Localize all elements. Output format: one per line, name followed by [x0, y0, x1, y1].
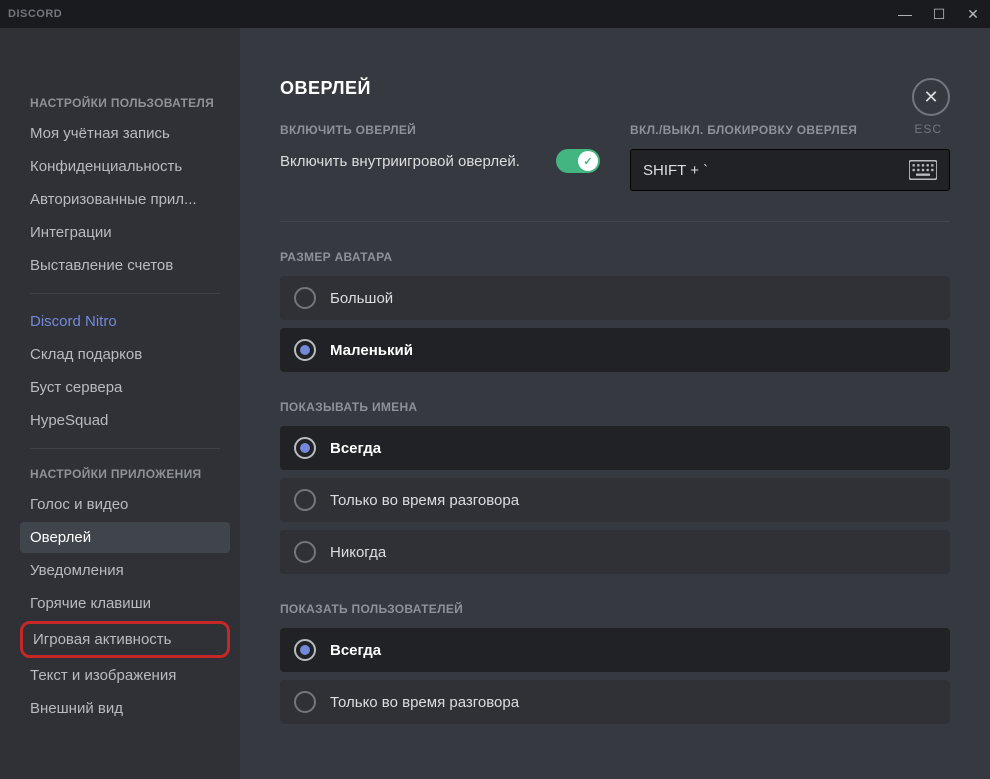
radio-icon	[294, 639, 316, 661]
sidebar-item-notifications[interactable]: Уведомления	[20, 555, 230, 586]
sidebar-item-appearance[interactable]: Внешний вид	[20, 693, 230, 724]
show-names-label: ПОКАЗЫВАТЬ ИМЕНА	[280, 400, 950, 414]
radio-names-talk[interactable]: Только во время разговора	[280, 478, 950, 522]
avatar-size-label: РАЗМЕР АВАТАРА	[280, 250, 950, 264]
sidebar-item-hotkeys[interactable]: Горячие клавиши	[20, 588, 230, 619]
sidebar-item-voice[interactable]: Голос и видео	[20, 489, 230, 520]
sidebar-item-gifts[interactable]: Склад подарков	[20, 339, 230, 370]
radio-label: Маленький	[330, 342, 413, 359]
minimize-icon[interactable]: —	[896, 6, 914, 23]
sidebar-item-nitro[interactable]: Discord Nitro	[20, 306, 230, 337]
check-icon: ✓	[583, 155, 592, 168]
sidebar-item-integrations[interactable]: Интеграции	[20, 217, 230, 248]
keybind-input[interactable]: SHIFT + `	[630, 149, 950, 191]
close-window-icon[interactable]: ✕	[964, 6, 982, 23]
maximize-icon[interactable]: ☐	[930, 6, 948, 23]
radio-label: Никогда	[330, 544, 386, 561]
sidebar-item-authorized[interactable]: Авторизованные прил...	[20, 184, 230, 215]
radio-icon	[294, 339, 316, 361]
radio-label: Всегда	[330, 440, 381, 457]
keyboard-icon	[909, 160, 937, 180]
radio-label: Большой	[330, 290, 393, 307]
radio-names-never[interactable]: Никогда	[280, 530, 950, 574]
radio-icon	[294, 541, 316, 563]
radio-names-always[interactable]: Всегда	[280, 426, 950, 470]
radio-users-always[interactable]: Всегда	[280, 628, 950, 672]
enable-overlay-text: Включить внутриигровой оверлей.	[280, 151, 540, 172]
sidebar-section-app: НАСТРОЙКИ ПРИЛОЖЕНИЯ	[30, 467, 230, 481]
enable-overlay-label: ВКЛЮЧИТЬ ОВЕРЛЕЙ	[280, 123, 600, 137]
show-users-group: Всегда Только во время разговора	[280, 628, 950, 724]
radio-label: Только во время разговора	[330, 492, 519, 509]
radio-users-talk[interactable]: Только во время разговора	[280, 680, 950, 724]
avatar-size-group: Большой Маленький	[280, 276, 950, 372]
show-names-group: Всегда Только во время разговора Никогда	[280, 426, 950, 574]
page-title: ОВЕРЛЕЙ	[280, 78, 950, 99]
keybind-label: ВКЛ./ВЫКЛ. БЛОКИРОВКУ ОВЕРЛЕЯ	[630, 123, 950, 137]
divider	[30, 448, 220, 449]
radio-icon	[294, 489, 316, 511]
sidebar-item-account[interactable]: Моя учётная запись	[20, 118, 230, 149]
settings-content: ✕ ESC ОВЕРЛЕЙ ВКЛЮЧИТЬ ОВЕРЛЕЙ Включить …	[240, 28, 990, 779]
sidebar-item-game-activity[interactable]: Игровая активность	[20, 621, 230, 658]
settings-sidebar: НАСТРОЙКИ ПОЛЬЗОВАТЕЛЯ Моя учётная запис…	[0, 28, 240, 779]
divider	[30, 293, 220, 294]
radio-label: Только во время разговора	[330, 694, 519, 711]
sidebar-section-user: НАСТРОЙКИ ПОЛЬЗОВАТЕЛЯ	[30, 96, 230, 110]
sidebar-item-text-images[interactable]: Текст и изображения	[20, 660, 230, 691]
titlebar-brand: DISCORD	[8, 8, 62, 20]
divider	[280, 221, 950, 222]
sidebar-item-billing[interactable]: Выставление счетов	[20, 250, 230, 281]
titlebar: DISCORD — ☐ ✕	[0, 0, 990, 28]
close-label: ESC	[914, 122, 942, 136]
radio-icon	[294, 287, 316, 309]
show-users-label: ПОКАЗАТЬ ПОЛЬЗОВАТЕЛЕЙ	[280, 602, 950, 616]
keybind-value: SHIFT + `	[643, 162, 708, 179]
sidebar-item-boost[interactable]: Буст сервера	[20, 372, 230, 403]
sidebar-item-hypesquad[interactable]: HypeSquad	[20, 405, 230, 436]
radio-avatar-large[interactable]: Большой	[280, 276, 950, 320]
radio-icon	[294, 691, 316, 713]
sidebar-item-privacy[interactable]: Конфиденциальность	[20, 151, 230, 182]
overlay-toggle[interactable]: ✓	[556, 149, 600, 173]
radio-label: Всегда	[330, 642, 381, 659]
sidebar-item-overlay[interactable]: Оверлей	[20, 522, 230, 553]
radio-avatar-small[interactable]: Маленький	[280, 328, 950, 372]
radio-icon	[294, 437, 316, 459]
main-container: НАСТРОЙКИ ПОЛЬЗОВАТЕЛЯ Моя учётная запис…	[0, 28, 990, 779]
close-button[interactable]: ✕	[912, 78, 950, 116]
